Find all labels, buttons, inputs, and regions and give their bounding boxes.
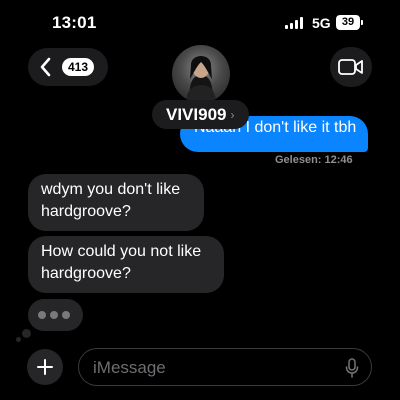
- battery-icon: 39: [336, 15, 360, 30]
- message-input-placeholder: iMessage: [93, 358, 166, 377]
- read-receipt: Gelesen: 12:46: [275, 154, 353, 166]
- message-input[interactable]: iMessage: [78, 348, 372, 386]
- chevron-right-icon: ›: [230, 107, 235, 122]
- contact-name-button[interactable]: VIVI909 ›: [152, 100, 249, 129]
- typing-indicator-tail: [22, 329, 31, 338]
- received-message-text: wdym you don't like hardgroove?: [41, 181, 181, 220]
- chevron-left-icon: [40, 57, 51, 77]
- cellular-signal-icon: [285, 17, 305, 29]
- video-camera-icon: [338, 59, 363, 75]
- plus-icon: [37, 359, 53, 375]
- status-time: 13:01: [52, 13, 97, 32]
- typing-indicator-tail: [16, 337, 21, 342]
- microphone-icon[interactable]: [345, 358, 359, 378]
- back-button[interactable]: 413: [28, 48, 108, 86]
- received-message-text: How could you not like hardgroove?: [41, 243, 202, 282]
- network-type: 5G: [312, 15, 331, 31]
- typing-indicator: [28, 299, 83, 331]
- video-call-button[interactable]: [330, 47, 372, 87]
- battery-tip: [361, 20, 363, 25]
- contact-avatar[interactable]: [172, 45, 230, 103]
- contact-name: VIVI909: [166, 104, 227, 124]
- typing-dot: [50, 311, 58, 319]
- typing-dot: [62, 311, 70, 319]
- unread-count-badge: 413: [62, 58, 95, 76]
- received-message-bubble[interactable]: How could you not like hardgroove?: [28, 236, 224, 293]
- add-attachment-button[interactable]: [27, 349, 63, 385]
- received-message-bubble[interactable]: wdym you don't like hardgroove?: [28, 174, 204, 231]
- typing-dot: [38, 311, 46, 319]
- contact-photo: [186, 56, 216, 103]
